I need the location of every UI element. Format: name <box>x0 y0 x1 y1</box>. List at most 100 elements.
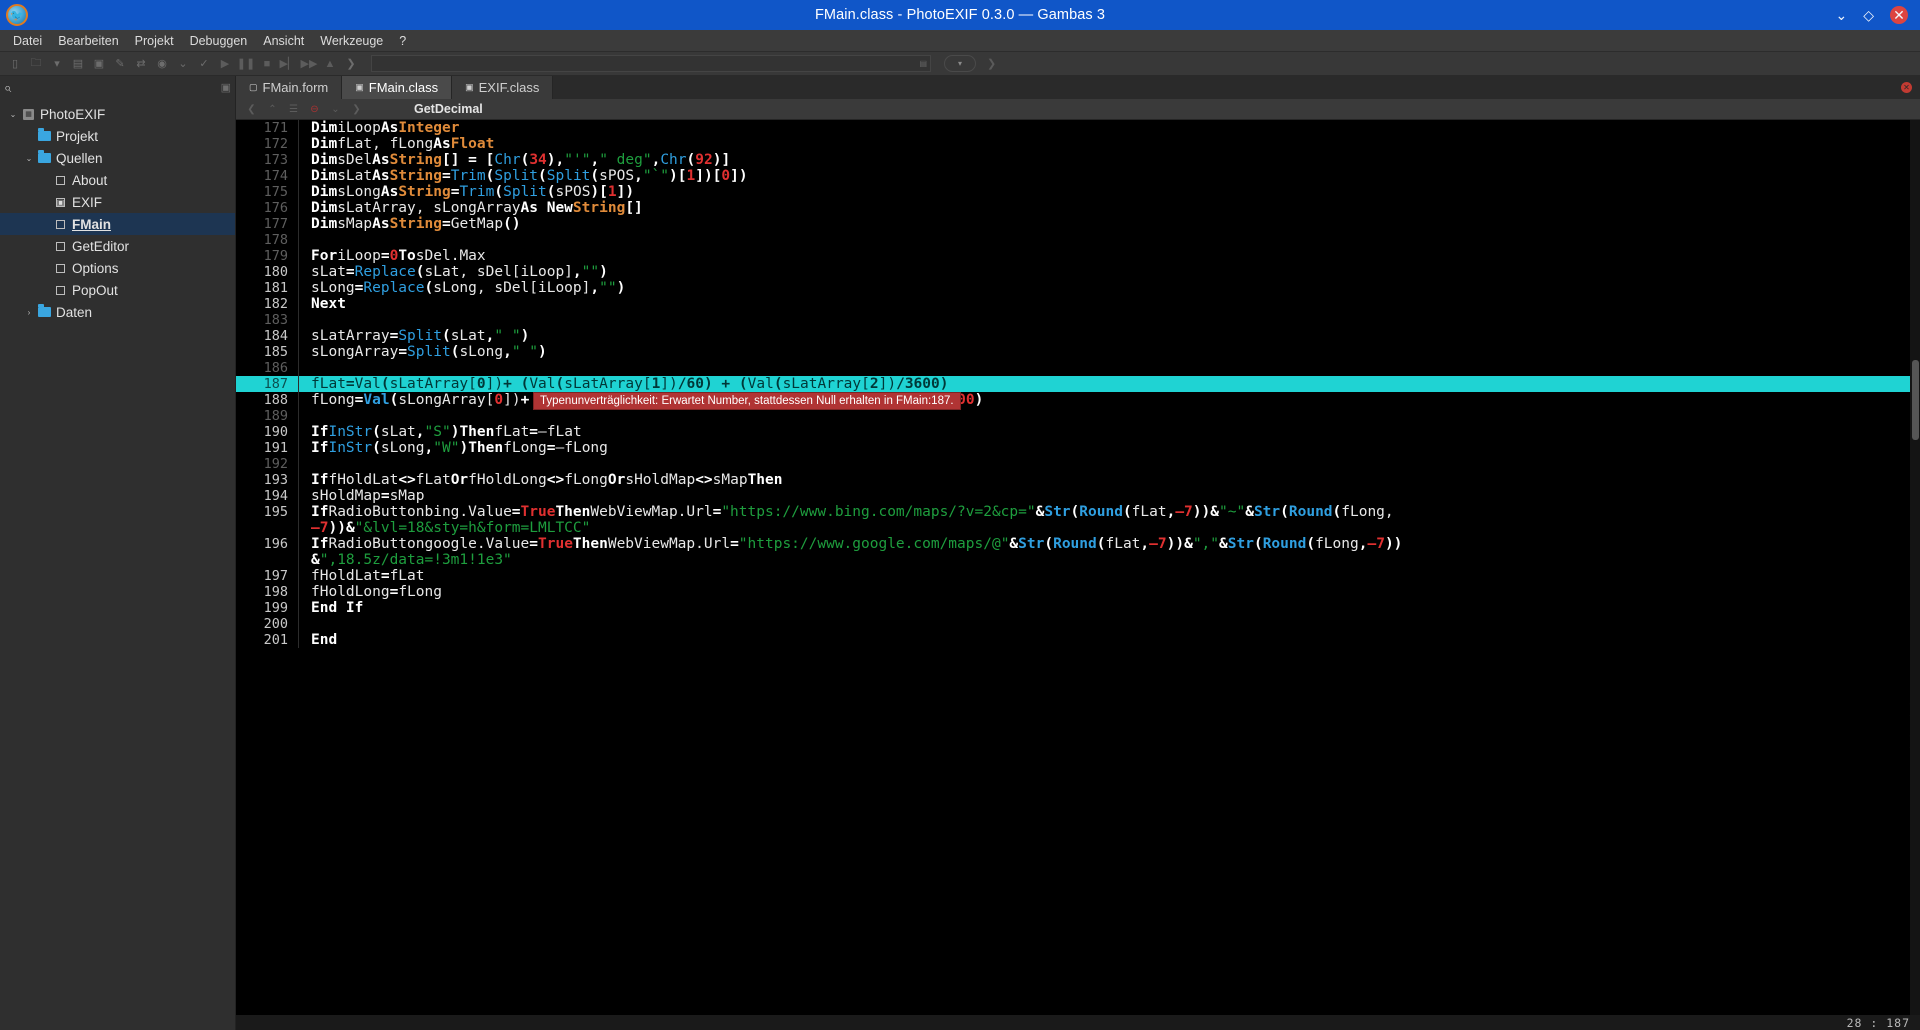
step-over-icon[interactable]: ▶▏ <box>279 55 297 73</box>
code-line-194[interactable]: 194 sHoldMap = sMap <box>236 488 1920 504</box>
proc-next-icon[interactable]: ⌄ <box>328 104 343 115</box>
proc-collapse-icon[interactable]: ☰ <box>286 104 301 115</box>
tree-item-projekt[interactable]: Projekt <box>0 125 235 147</box>
line-text[interactable]: sHoldMap = sMap <box>298 488 1920 504</box>
run-icon[interactable]: ▶ <box>216 55 234 73</box>
code-line-172[interactable]: 172 Dim fLat, fLong As Float <box>236 136 1920 152</box>
line-text[interactable]: Next <box>298 296 1920 312</box>
code-editor[interactable]: 171 Dim iLoop As Integer 172 Dim fLat, fL… <box>236 120 1920 1015</box>
toolbar-combo[interactable]: ▤ <box>371 55 931 72</box>
line-text[interactable]: & ",18.5z/data=!3m1!1e3" <box>298 552 1920 568</box>
minimize-button[interactable]: ⌄ <box>1835 8 1847 22</box>
refactor-icon[interactable]: ⇄ <box>132 55 150 73</box>
line-text[interactable] <box>298 616 1920 632</box>
line-text[interactable]: If RadioButtongoogle.Value = True Then W… <box>298 536 1920 552</box>
save-icon[interactable]: ▤ <box>69 55 87 73</box>
open-project-icon[interactable]: 🗀 <box>27 55 45 73</box>
code-line-wrap[interactable]: –7)) & "&lvl=18&sty=h&form=LMLTCC" <box>236 520 1920 536</box>
compile-icon[interactable]: ◉ <box>153 55 171 73</box>
tab-fmain-form[interactable]: ▢ FMain.form <box>236 76 343 99</box>
code-line-171[interactable]: 171 Dim iLoop As Integer <box>236 120 1920 136</box>
line-text[interactable] <box>298 232 1920 248</box>
line-text[interactable]: –7)) & "&lvl=18&sty=h&form=LMLTCC" <box>298 520 1920 536</box>
line-text[interactable]: If fHoldLat <> fLat Or fHoldLong <> fLon… <box>298 472 1920 488</box>
tree-item-fmain[interactable]: FMain <box>0 213 235 235</box>
line-text[interactable]: Dim sMap As String = GetMap() <box>298 216 1920 232</box>
maximize-button[interactable]: ◇ <box>1863 8 1874 22</box>
code-line-198[interactable]: 198 fHoldLong = fLong <box>236 584 1920 600</box>
proc-forward-icon[interactable]: ❯ <box>349 104 364 115</box>
code-line-184[interactable]: 184 sLatArray = Split(sLat, " ") <box>236 328 1920 344</box>
line-text[interactable]: Dim sLong As String = Trim(Split(sPOS)[1… <box>298 184 1920 200</box>
code-line-191[interactable]: 191 If InStr(sLong, "W") Then fLong = –f… <box>236 440 1920 456</box>
code-line-193[interactable]: 193 If fHoldLat <> fLat Or fHoldLong <> … <box>236 472 1920 488</box>
forward-icon[interactable]: ❯ <box>342 55 360 73</box>
toolbar-dropdown-button[interactable]: ▾ <box>944 55 976 72</box>
line-text[interactable]: Dim sLatArray, sLongArray As New String[… <box>298 200 1920 216</box>
stop-icon[interactable]: ■ <box>258 55 276 73</box>
toolbar-overflow-icon[interactable]: ❯ <box>987 57 996 70</box>
code-line-196[interactable]: 196 If RadioButtongoogle.Value = True Th… <box>236 536 1920 552</box>
code-line-178[interactable]: 178 <box>236 232 1920 248</box>
tree-item-about[interactable]: About <box>0 169 235 191</box>
code-line-174[interactable]: 174 Dim sLat As String = Trim(Split(Spli… <box>236 168 1920 184</box>
search-input[interactable] <box>15 80 217 95</box>
menu-projekt[interactable]: Projekt <box>128 32 181 50</box>
code-line-185[interactable]: 185 sLongArray = Split(sLong, " ") <box>236 344 1920 360</box>
open-dropdown-icon[interactable]: ▾ <box>48 55 66 73</box>
code-line-176[interactable]: 176 Dim sLatArray, sLongArray As New Str… <box>236 200 1920 216</box>
code-area[interactable]: 171 Dim iLoop As Integer 172 Dim fLat, fL… <box>236 120 1920 1015</box>
line-text[interactable]: For iLoop = 0 To sDel.Max <box>298 248 1920 264</box>
close-tab-icon[interactable]: ✕ <box>1901 82 1912 93</box>
code-line-192[interactable]: 192 <box>236 456 1920 472</box>
line-text[interactable]: sLongArray = Split(sLong, " ") <box>298 344 1920 360</box>
tree-item-exif[interactable]: ▣ EXIF <box>0 191 235 213</box>
code-line-187[interactable]: 187 fLat = Val(sLatArray[0]) + (Val(sLat… <box>236 376 1920 392</box>
code-lines[interactable]: 171 Dim iLoop As Integer 172 Dim fLat, fL… <box>236 120 1920 648</box>
line-text[interactable]: fHoldLong = fLong <box>298 584 1920 600</box>
line-text[interactable]: fLat = Val(sLatArray[0]) + (Val(sLatArra… <box>298 376 1920 392</box>
line-text[interactable]: Dim iLoop As Integer <box>298 120 1920 136</box>
save-all-icon[interactable]: ▣ <box>90 55 108 73</box>
tree-item-daten[interactable]: › Daten <box>0 301 235 323</box>
line-text[interactable] <box>298 312 1920 328</box>
pause-icon[interactable]: ❚❚ <box>237 55 255 73</box>
code-line-wrap[interactable]: & ",18.5z/data=!3m1!1e3" <box>236 552 1920 568</box>
code-line-201[interactable]: 201 End <box>236 632 1920 648</box>
tree-item-options[interactable]: Options <box>0 257 235 279</box>
proc-prev-icon[interactable]: ⌃ <box>265 104 280 115</box>
line-text[interactable]: sLatArray = Split(sLat, " ") <box>298 328 1920 344</box>
line-text[interactable]: Dim sLat As String = Trim(Split(Split(sP… <box>298 168 1920 184</box>
line-text[interactable] <box>298 408 1920 424</box>
tree-item-photoexif[interactable]: ⌄ ▦ PhotoEXIF <box>0 103 235 125</box>
tab-exif-class[interactable]: ▣ EXIF.class <box>452 76 554 99</box>
line-text[interactable]: If RadioButtonbing.Value = True Then Web… <box>298 504 1920 520</box>
line-text[interactable]: fHoldLat = fLat <box>298 568 1920 584</box>
twisty-expanded-icon[interactable]: ⌄ <box>22 154 36 163</box>
menu-datei[interactable]: Datei <box>6 32 49 50</box>
code-line-181[interactable]: 181 sLong = Replace(sLong, sDel[iLoop], … <box>236 280 1920 296</box>
edit-icon[interactable]: ✎ <box>111 55 129 73</box>
code-line-182[interactable]: 182 Next <box>236 296 1920 312</box>
code-line-195[interactable]: 195 If RadioButtonbing.Value = True Then… <box>236 504 1920 520</box>
menu-bearbeiten[interactable]: Bearbeiten <box>51 32 125 50</box>
code-line-190[interactable]: 190 If InStr(sLat, "S") Then fLat = –fLa… <box>236 424 1920 440</box>
twisty-collapsed-icon[interactable]: › <box>22 308 36 317</box>
menu-ansicht[interactable]: Ansicht <box>256 32 311 50</box>
code-line-177[interactable]: 177 Dim sMap As String = GetMap() <box>236 216 1920 232</box>
new-project-icon[interactable]: ▯ <box>6 55 24 73</box>
code-line-186[interactable]: 186 <box>236 360 1920 376</box>
clear-icon[interactable]: ▣ <box>221 81 231 94</box>
proc-breakpoint-icon[interactable]: ⊖ <box>307 104 322 115</box>
menu-debuggen[interactable]: Debuggen <box>183 32 255 50</box>
line-text[interactable]: End <box>298 632 1920 648</box>
code-line-197[interactable]: 197 fHoldLat = fLat <box>236 568 1920 584</box>
code-line-179[interactable]: 179 For iLoop = 0 To sDel.Max <box>236 248 1920 264</box>
line-text[interactable]: sLat = Replace(sLat, sDel[iLoop], "") <box>298 264 1920 280</box>
code-line-175[interactable]: 175 Dim sLong As String = Trim(Split(sPO… <box>236 184 1920 200</box>
proc-back-icon[interactable]: ❮ <box>244 104 259 115</box>
editor-scroll-thumb[interactable] <box>1912 360 1919 440</box>
tree-item-quellen[interactable]: ⌄ Quellen <box>0 147 235 169</box>
compile-all-icon[interactable]: ⌄ <box>174 55 192 73</box>
line-text[interactable]: If InStr(sLong, "W") Then fLong = –fLong <box>298 440 1920 456</box>
